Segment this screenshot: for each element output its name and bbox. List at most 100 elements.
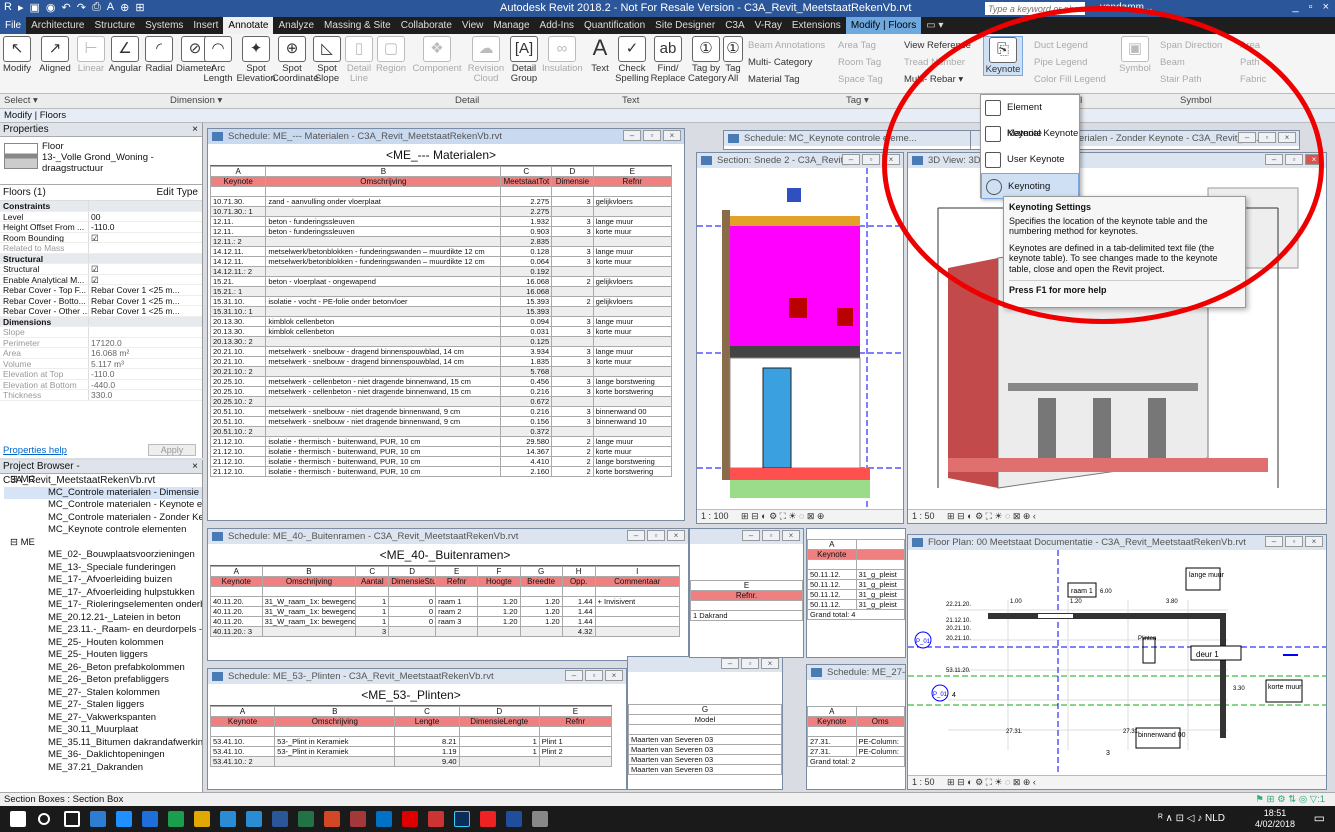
browser-item[interactable]: ME_37.21_Dakranden [4, 762, 202, 775]
table-row[interactable] [210, 586, 681, 597]
minimize-icon[interactable]: – [1265, 536, 1283, 547]
table-row[interactable]: 20.51.10.: 2 0.372 [209, 425, 673, 437]
table-cell[interactable]: 0.031 [500, 325, 553, 337]
table-cell[interactable]: 3 [551, 345, 594, 357]
column-header[interactable]: Breedte [519, 576, 563, 587]
table-cell[interactable]: 1.20 [519, 605, 563, 617]
table-cell[interactable]: 3 [551, 385, 594, 397]
table-cell[interactable]: 20.13.30. [209, 325, 267, 337]
insulation-button[interactable]: ∞ Insulation [542, 36, 583, 74]
table-cell[interactable] [592, 186, 673, 197]
table-row[interactable]: 20.13.30.: 2 0.125 [209, 335, 673, 347]
table-row[interactable]: 53.41.10. 53-_Plint in Keramiek 8.21 1 Plint… [209, 735, 613, 747]
status-icons[interactable]: ⚑ ⊞ ⚙ ⇅ ◎ ▽:1 [1255, 793, 1325, 806]
schedule-model-window[interactable]: – ▫ × G Model Maarten van Severen 03 Maart… [627, 656, 783, 790]
table-row[interactable]: 15.21.: 1 16.068 [209, 285, 673, 297]
column-header[interactable]: Hoogte [477, 576, 521, 587]
column-header[interactable]: Keynote [209, 716, 276, 727]
table-row[interactable]: 12.11. beton - funderingssleuven 0.903 3 kor… [209, 225, 673, 237]
table-cell[interactable]: lange borstwering [592, 455, 673, 467]
table-row[interactable]: 14.12.11. metselwerk/betonblokken - funde… [209, 255, 673, 267]
table-cell[interactable] [538, 726, 613, 737]
table-cell[interactable]: metselwerk - snelbouw - niet dragende bi… [265, 405, 502, 417]
table-cell[interactable] [551, 285, 594, 297]
table-cell[interactable]: raam 2 [435, 605, 479, 617]
table-row[interactable]: 14.12.11. metselwerk/betonblokken - funde… [209, 245, 673, 257]
minimize-icon[interactable]: – [842, 154, 860, 165]
property-value[interactable]: ☑ [88, 232, 202, 242]
property-row[interactable]: Rebar Cover - Other ... Rebar Cover 1 <25… [0, 306, 202, 317]
view-scale[interactable]: 1 : 100 [701, 511, 729, 521]
browser-item[interactable]: ME_23.11.-_Raam- en deurdorpels - b [4, 624, 202, 637]
table-cell[interactable]: 20.21.10. [209, 355, 267, 367]
table-cell[interactable]: 21.12.10. [209, 445, 267, 457]
table-cell[interactable]: 0.094 [500, 315, 553, 327]
property-row[interactable]: Perimeter 17120.0 [0, 337, 202, 348]
maximize-icon[interactable]: ▫ [862, 154, 880, 165]
table-cell[interactable] [274, 755, 396, 767]
modify-button[interactable]: ↖ Modify [2, 36, 32, 74]
table-cell[interactable] [261, 625, 357, 637]
table-cell[interactable]: 9.40 [394, 755, 460, 767]
column-header[interactable]: MeetstaatTot [500, 176, 553, 187]
table-cell[interactable]: 2.835 [500, 235, 553, 247]
table-row[interactable]: 10.71.30. zand - aanvulling onder vloerpl… [209, 195, 673, 207]
view-scale[interactable]: 1 : 50 [912, 777, 935, 787]
column-header[interactable]: DimensieLengte [458, 716, 540, 727]
property-value[interactable]: -110.0 [88, 222, 202, 232]
table-cell[interactable]: 10.71.30. [209, 195, 267, 207]
schedule-table[interactable]: A Keynote Oms 27.31. PE-Column: 27.31. PE-Col… [807, 706, 905, 767]
table-row[interactable]: 12.11.: 2 2.835 [209, 235, 673, 247]
detail-group-button[interactable]: [A] Detail Group [506, 36, 542, 84]
property-row[interactable]: Thickness 330.0 [0, 390, 202, 401]
schedule-materialen-window[interactable]: Schedule: ME_--- Materialen - C3A_Revit_… [207, 128, 685, 521]
table-cell[interactable]: 15.393 [500, 295, 553, 307]
table-cell[interactable] [594, 625, 681, 637]
acrobat-icon[interactable] [402, 811, 418, 827]
table-cell[interactable] [592, 335, 673, 347]
tab-add-ins[interactable]: Add-Ins [535, 17, 579, 34]
table-cell[interactable]: 31_W_raam_1x: bewegend [261, 615, 357, 627]
app-icon[interactable] [428, 811, 444, 827]
table-cell[interactable]: 14.12.11. [209, 245, 267, 257]
maximize-icon[interactable]: ▫ [762, 530, 780, 541]
table-row[interactable]: 20.51.10. metselwerk - snelbouw - niet dr… [209, 415, 673, 427]
table-cell[interactable]: 2 [551, 445, 594, 457]
browser-item[interactable]: ME_27-_Stalen liggers [4, 699, 202, 712]
table-cell[interactable]: 12.11. [209, 225, 267, 237]
table-cell[interactable]: korte muur [592, 445, 673, 457]
tab-file[interactable]: File [0, 17, 27, 34]
app-icon[interactable] [480, 811, 496, 827]
table-cell[interactable] [265, 335, 502, 347]
table-cell[interactable] [592, 205, 673, 217]
table-cell[interactable] [519, 586, 563, 597]
region-button[interactable]: ▢ Region [374, 36, 408, 74]
table-cell[interactable]: 3 [551, 195, 594, 207]
tab-collaborate[interactable]: Collaborate [396, 17, 457, 34]
table-row[interactable]: 20.25.10.: 2 0.672 [209, 395, 673, 407]
browser-item[interactable]: ME_36-_Daklichtopeningen [4, 749, 202, 762]
table-row[interactable]: 21.12.10. isolatie - thermisch - buitenwa… [209, 455, 673, 467]
table-cell[interactable]: lange muur [592, 315, 673, 327]
table-cell[interactable]: 12.11.: 2 [209, 235, 267, 247]
maximize-icon[interactable]: ▫ [643, 130, 661, 141]
table-cell[interactable]: metselwerk - snelbouw - dragend binnensp… [265, 355, 502, 367]
browser-item[interactable]: ME_30.11_Muurplaat [4, 724, 202, 737]
windows-start-icon[interactable] [10, 811, 26, 827]
table-cell[interactable]: 3 [551, 215, 594, 227]
table-cell[interactable] [551, 335, 594, 347]
tab-annotate[interactable]: Annotate [223, 17, 274, 34]
check-spelling-button[interactable]: ✓ Check Spelling [614, 36, 650, 84]
table-cell[interactable]: 20.51.10. [209, 405, 267, 417]
tab-extensions[interactable]: Extensions [787, 17, 846, 34]
property-row[interactable]: Enable Analytical M... ☑ [0, 274, 202, 285]
property-value[interactable]: Rebar Cover 1 <25 m... [88, 285, 202, 295]
table-cell[interactable]: gelijkvloers [592, 295, 673, 307]
column-header[interactable]: Omschrijving [274, 716, 396, 727]
table-cell[interactable]: 1 [355, 615, 390, 627]
table-cell[interactable] [274, 726, 396, 737]
instance-filter[interactable]: Floors (1) [3, 187, 46, 198]
table-cell[interactable] [265, 365, 502, 377]
view-control-bar[interactable]: 1 : 50 ⊞ ⊟ ◐ ⚙ ⛶ ☀ ◌ ⊠ ⊕ ‹ [908, 775, 1326, 789]
table-cell[interactable]: 15.31.10.: 1 [209, 305, 267, 317]
